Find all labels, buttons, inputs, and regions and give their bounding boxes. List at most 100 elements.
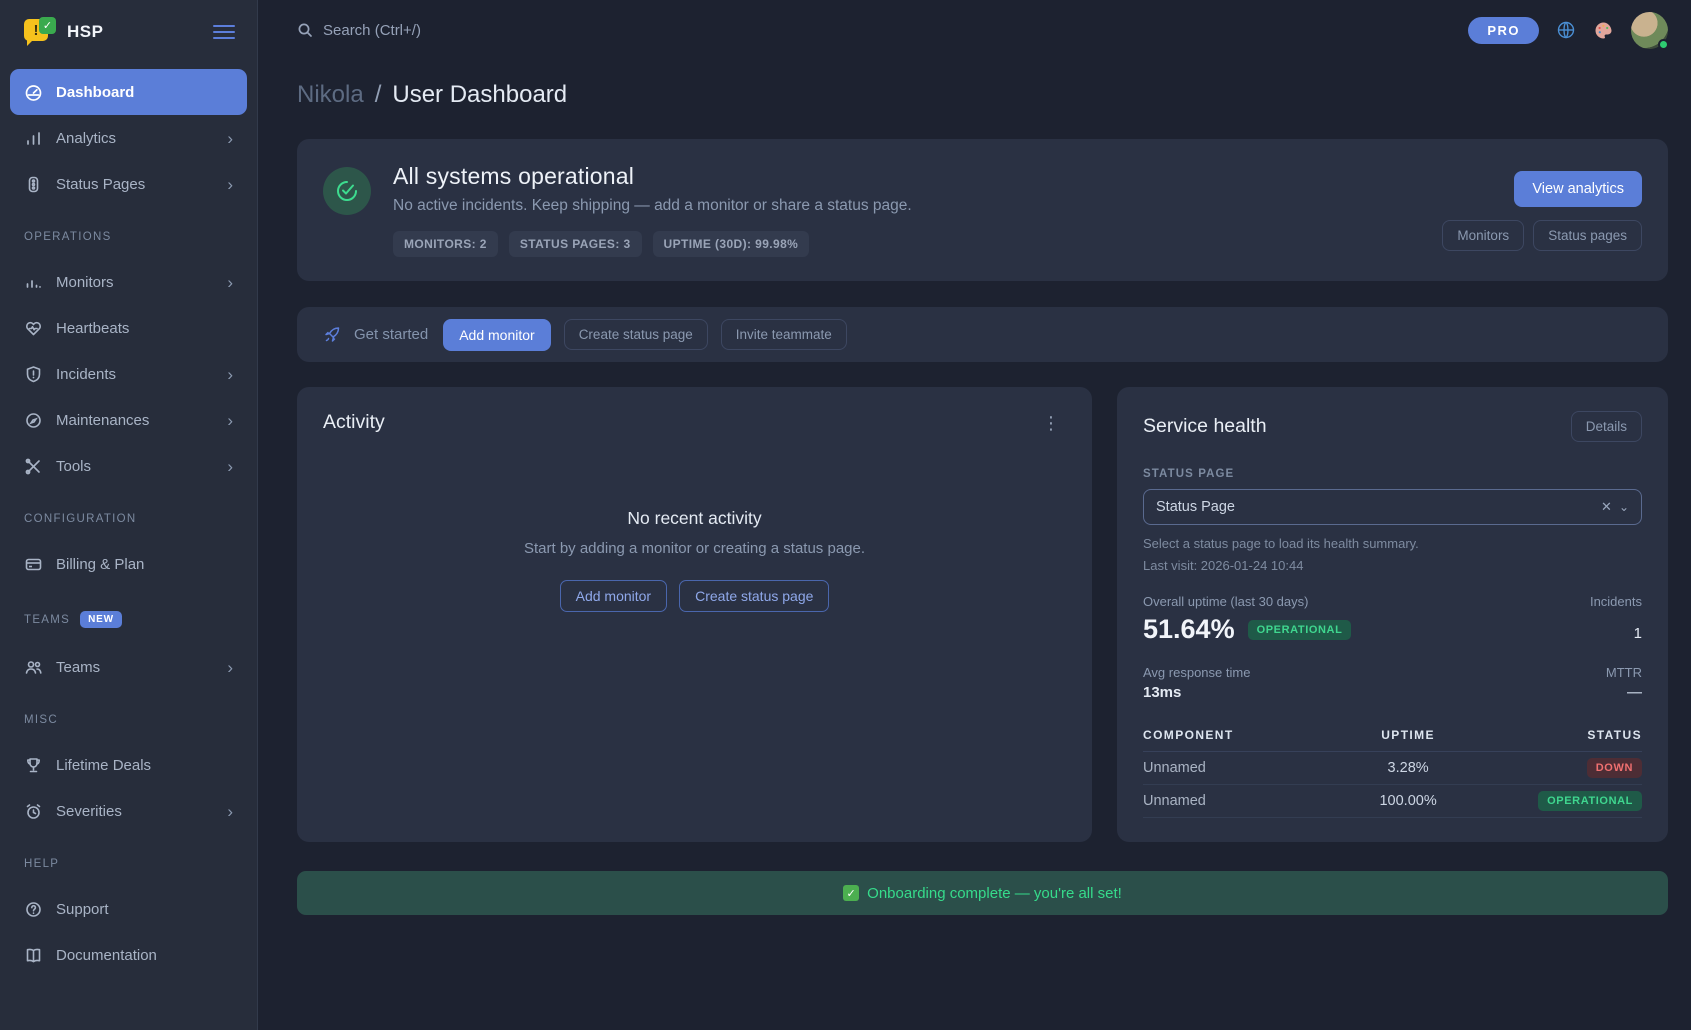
operational-status-badge: OPERATIONAL [1538, 791, 1642, 811]
onboarding-banner: ✓ Onboarding complete — you're all set! [297, 871, 1668, 915]
theme-palette-icon[interactable] [1593, 20, 1614, 41]
view-analytics-button[interactable]: View analytics [1514, 171, 1642, 207]
status-page-select[interactable]: Status Page ✕ ⌄ [1143, 489, 1642, 525]
sidebar-item-incidents[interactable]: Incidents › [10, 351, 247, 397]
sidebar-item-label: Tools [56, 458, 214, 475]
monitors-chart-icon [24, 273, 43, 292]
user-avatar[interactable] [1631, 12, 1668, 49]
sidebar-item-heartbeats[interactable]: Heartbeats [10, 305, 247, 351]
sidebar-item-billing-plan[interactable]: Billing & Plan [10, 541, 247, 587]
logo-row: ! ✓ HSP [0, 0, 257, 61]
add-monitor-button[interactable]: Add monitor [443, 319, 550, 351]
table-row[interactable]: Unnamed 100.00% OPERATIONAL [1143, 785, 1642, 818]
invite-teammate-button[interactable]: Invite teammate [721, 319, 847, 350]
sidebar-item-label: Analytics [56, 130, 214, 147]
down-status-badge: DOWN [1587, 758, 1642, 778]
sidebar-item-monitors[interactable]: Monitors › [10, 259, 247, 305]
chevron-right-icon: › [227, 458, 233, 475]
status-pages-button[interactable]: Status pages [1533, 220, 1642, 251]
app-logo-icon[interactable]: ! ✓ [24, 17, 56, 47]
sidebar-item-teams[interactable]: Teams › [10, 644, 247, 690]
users-icon [24, 658, 43, 677]
chevron-right-icon: › [227, 659, 233, 676]
sidebar-item-lifetime-deals[interactable]: Lifetime Deals [10, 742, 247, 788]
empty-state-title: No recent activity [323, 508, 1066, 529]
sidebar-section-misc: MISC [10, 714, 247, 726]
check-emoji-icon: ✓ [843, 885, 859, 901]
status-page-label: STATUS PAGE [1143, 468, 1642, 480]
operational-status-badge: OPERATIONAL [1248, 620, 1352, 640]
sidebar-item-tools[interactable]: Tools › [10, 443, 247, 489]
clear-selection-icon[interactable]: ✕ [1594, 499, 1619, 515]
globe-icon[interactable] [1556, 20, 1576, 40]
chevron-right-icon: › [227, 803, 233, 820]
sidebar-item-label: Status Pages [56, 176, 214, 193]
mttr-label: MTTR [1606, 665, 1642, 680]
get-started-bar: Get started Add monitor Create status pa… [297, 307, 1668, 362]
sidebar-item-label: Dashboard [56, 84, 233, 101]
sidebar-item-label: Maintenances [56, 412, 214, 429]
components-table: COMPONENT UPTIME STATUS Unnamed 3.28% DO… [1143, 719, 1642, 818]
chevron-right-icon: › [227, 130, 233, 147]
sidebar-item-documentation[interactable]: Documentation [10, 932, 247, 978]
sidebar-item-support[interactable]: Support [10, 886, 247, 932]
gear-icon [24, 411, 43, 430]
create-status-page-button[interactable]: Create status page [564, 319, 708, 350]
kebab-menu-icon[interactable]: ⋮ [1036, 412, 1066, 434]
sidebar: ! ✓ HSP Dashboard Analytics › Status Pag… [0, 0, 258, 1030]
search-input[interactable] [323, 22, 623, 39]
pro-badge[interactable]: PRO [1468, 17, 1539, 44]
sidebar-item-label: Heartbeats [56, 320, 233, 337]
status-pages-count-chip: STATUS PAGES: 3 [509, 231, 642, 257]
main-content: PRO Nikola / User Dashboard All systems … [258, 0, 1691, 1030]
sidebar-item-analytics[interactable]: Analytics › [10, 115, 247, 161]
overall-uptime-value: 51.64% [1143, 614, 1235, 645]
app-name: HSP [67, 22, 213, 42]
component-header: COMPONENT [1143, 728, 1330, 742]
topbar: PRO [297, 0, 1668, 60]
table-row[interactable]: Unnamed 3.28% DOWN [1143, 752, 1642, 785]
sidebar-item-status-pages[interactable]: Status Pages › [10, 161, 247, 207]
sidebar-item-label: Severities [56, 803, 214, 820]
avg-response-value: 13ms [1143, 684, 1181, 701]
alarm-clock-icon [24, 802, 43, 821]
hero-card: All systems operational No active incide… [297, 139, 1668, 281]
hero-subtitle: No active incidents. Keep shipping — add… [393, 197, 1420, 215]
status-page-select-value: Status Page [1156, 499, 1594, 515]
book-icon [24, 946, 43, 965]
empty-add-monitor-button[interactable]: Add monitor [560, 580, 667, 612]
activity-card: Activity ⋮ No recent activity Start by a… [297, 387, 1092, 842]
new-badge: NEW [80, 611, 122, 628]
component-name: Unnamed [1143, 760, 1330, 776]
bar-chart-icon [24, 129, 43, 148]
chevron-right-icon: › [227, 274, 233, 291]
chevron-right-icon: › [227, 176, 233, 193]
monitors-button[interactable]: Monitors [1442, 220, 1524, 251]
sidebar-item-maintenances[interactable]: Maintenances › [10, 397, 247, 443]
chevron-down-icon[interactable]: ⌄ [1619, 500, 1629, 514]
component-uptime: 3.28% [1330, 760, 1486, 776]
hamburger-menu-icon[interactable] [213, 25, 235, 39]
empty-create-status-page-button[interactable]: Create status page [679, 580, 829, 612]
traffic-light-icon [24, 175, 43, 194]
incidents-label: Incidents [1590, 594, 1642, 609]
incidents-value: 1 [1634, 625, 1642, 642]
uptime-chip: UPTIME (30D): 99.98% [653, 231, 810, 257]
breadcrumb: Nikola / User Dashboard [297, 81, 1668, 109]
service-health-card: Service health Details STATUS PAGE Statu… [1117, 387, 1668, 842]
sidebar-nav: Dashboard Analytics › Status Pages › OPE… [0, 61, 257, 1030]
search-control[interactable] [297, 22, 1468, 39]
rocket-icon [323, 326, 341, 344]
breadcrumb-parent[interactable]: Nikola [297, 81, 364, 109]
breadcrumb-separator: / [375, 81, 382, 109]
sidebar-item-label: Incidents [56, 366, 214, 383]
credit-card-icon [24, 555, 43, 574]
details-button[interactable]: Details [1571, 411, 1642, 442]
get-started-label: Get started [354, 326, 428, 343]
sidebar-item-severities[interactable]: Severities › [10, 788, 247, 834]
sidebar-item-dashboard[interactable]: Dashboard [10, 69, 247, 115]
page-title: User Dashboard [392, 81, 567, 109]
topbar-actions: PRO [1468, 12, 1668, 49]
overall-uptime-label: Overall uptime (last 30 days) [1143, 594, 1308, 609]
sidebar-item-label: Billing & Plan [56, 556, 233, 573]
